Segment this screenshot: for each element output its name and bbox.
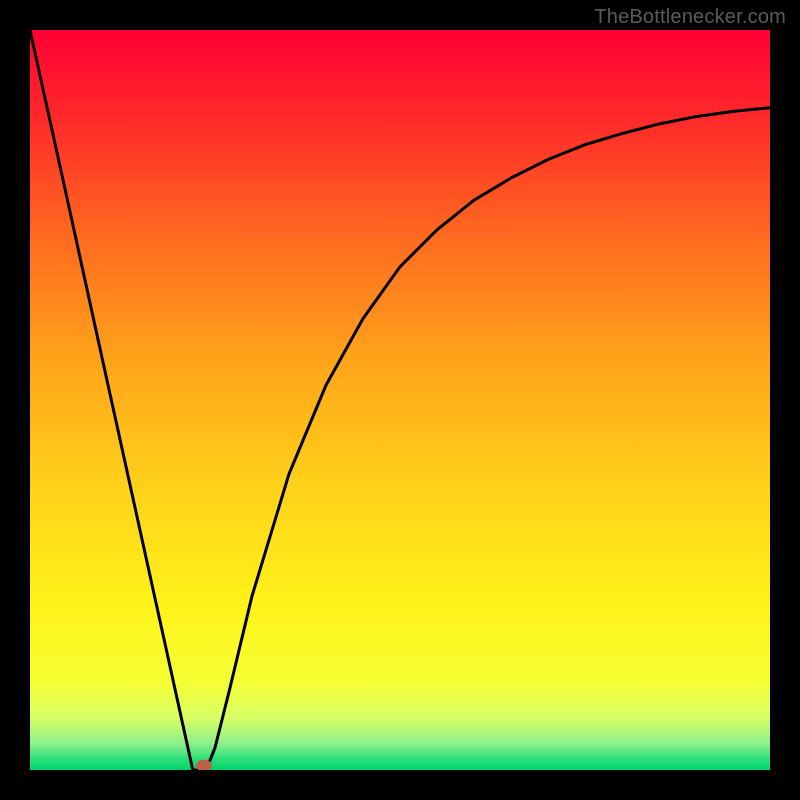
gradient-background: [30, 30, 770, 770]
chart-svg: [30, 30, 770, 770]
plot-area: [30, 30, 770, 770]
chart-frame: TheBottlenecker.com: [0, 0, 800, 800]
attribution-label: TheBottlenecker.com: [594, 6, 786, 29]
